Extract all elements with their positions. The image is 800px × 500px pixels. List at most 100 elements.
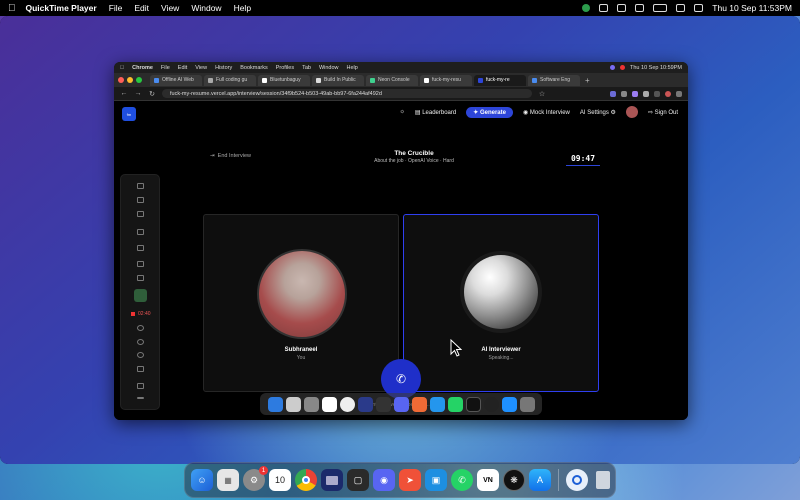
sidebar-tool-icon[interactable] xyxy=(137,197,144,203)
wifi-icon[interactable] xyxy=(137,275,144,281)
siri-icon[interactable] xyxy=(694,4,704,12)
cube-app-icon[interactable]: ▢ xyxy=(347,469,369,491)
box-icon[interactable] xyxy=(599,4,609,12)
app-store-icon[interactable]: A xyxy=(529,469,551,491)
session-header: The Crucible About the job · OpenAI Voic… xyxy=(314,150,514,164)
finder-icon[interactable]: ☺ xyxy=(191,469,213,491)
tab-fuck-my-resume-1[interactable]: fuck-my-resu xyxy=(420,74,472,86)
docker-icon[interactable]: ▣ xyxy=(425,469,447,491)
ai-status: Speaking... xyxy=(488,355,514,361)
tab-build-in-public[interactable]: Build In Public xyxy=(312,74,364,86)
vn-icon[interactable]: VN xyxy=(477,469,499,491)
vn-label: VN xyxy=(483,476,493,484)
tab-label: Full coding gu xyxy=(216,77,248,83)
app-store-icon xyxy=(501,396,517,412)
camera-icon[interactable] xyxy=(137,261,144,267)
openai-icon xyxy=(483,396,499,412)
record-button-icon[interactable] xyxy=(137,325,144,331)
sidebar-collapse-icon[interactable] xyxy=(137,183,144,189)
chrome-window:  Chrome File Edit View History Bookmark… xyxy=(114,62,688,420)
zoom-window-icon[interactable] xyxy=(136,77,142,83)
tab-github[interactable]: Bluetunbaguy xyxy=(258,74,310,86)
status-green-icon[interactable] xyxy=(582,4,591,12)
inner-menu-profiles: Profiles xyxy=(271,64,294,71)
user-video-panel: Subhraneel You xyxy=(203,214,399,392)
mock-interview-label: Mock Interview xyxy=(529,109,570,116)
user-role: You xyxy=(296,355,306,361)
nav-ai-settings[interactable]: AI Settings ⚙ xyxy=(580,109,616,116)
extension-icon[interactable] xyxy=(621,90,627,97)
menu-view[interactable]: View xyxy=(161,3,179,13)
minus-icon[interactable] xyxy=(137,397,144,399)
menu-help[interactable]: Help xyxy=(234,3,251,13)
calendar-icon[interactable]: 10 xyxy=(269,469,291,491)
apple-icon[interactable]:  xyxy=(8,3,16,14)
menubar:  QuickTime Player File Edit View Window… xyxy=(0,0,800,16)
speaker-icon[interactable] xyxy=(137,229,144,235)
tab-favicon-icon xyxy=(532,77,537,83)
system-settings-icon[interactable]: ⚙ 1 xyxy=(243,466,268,491)
whatsapp-icon[interactable]: ✆ xyxy=(451,469,473,491)
menu-edit[interactable]: Edit xyxy=(134,3,149,13)
url-input[interactable]: fuck-my-resume.vercel.app/interview/sess… xyxy=(162,89,532,98)
discord-icon[interactable]: ◉ xyxy=(373,469,395,491)
whatsapp-icon xyxy=(447,396,463,412)
minimize-window-icon[interactable] xyxy=(127,77,133,83)
app-logo[interactable]: fm xyxy=(122,107,136,121)
reload-icon[interactable]: ↻ xyxy=(148,90,156,98)
screen-recorder-icon[interactable] xyxy=(321,469,343,491)
new-tab-icon[interactable]: + xyxy=(585,76,590,85)
tab-neon-console[interactable]: Neon Console xyxy=(366,74,418,86)
menubar-clock[interactable]: Thu 10 Sep 11:53PM xyxy=(712,3,792,13)
nav-mock-interview[interactable]: ◉ Mock Interview xyxy=(523,109,570,116)
session-title: The Crucible xyxy=(394,150,434,157)
forward-icon[interactable]: → xyxy=(134,90,142,97)
quicktime-icon[interactable] xyxy=(566,469,588,491)
control-center-icon[interactable] xyxy=(676,4,686,12)
sign-out-button[interactable]: ⇨ Sign Out xyxy=(648,109,678,116)
tab-full-coding[interactable]: Full coding gu xyxy=(204,74,256,86)
battery-icon[interactable] xyxy=(653,4,668,12)
theme-toggle-icon[interactable]: ☼ xyxy=(399,109,405,115)
close-window-icon[interactable] xyxy=(118,77,124,83)
active-tool-icon[interactable] xyxy=(134,289,147,302)
ai-settings-label: AI Settings xyxy=(579,109,609,116)
menu-dots-icon[interactable] xyxy=(676,90,682,97)
swift-icon[interactable]: ➤ xyxy=(399,469,421,491)
profile-icon[interactable] xyxy=(665,90,671,97)
shield-icon[interactable] xyxy=(617,4,627,12)
bookmark-star-icon[interactable]: ☆ xyxy=(538,90,546,98)
monitor-icon[interactable] xyxy=(137,211,144,217)
menu-window[interactable]: Window xyxy=(191,3,221,13)
clipboard-icon[interactable] xyxy=(137,366,144,372)
user-avatar[interactable] xyxy=(625,106,638,118)
pointer-icon[interactable] xyxy=(137,245,144,251)
generate-button[interactable]: ✦ Generate xyxy=(466,106,513,118)
power-icon[interactable] xyxy=(137,339,144,345)
expand-icon[interactable] xyxy=(137,383,144,389)
tab-offline-ai[interactable]: Offline AI Web xyxy=(150,74,202,86)
tab-label: Neon Console xyxy=(378,77,410,83)
menu-file[interactable]: File xyxy=(109,3,123,13)
tab-label: Software Eng xyxy=(540,77,571,83)
openai-icon[interactable]: ❋ xyxy=(503,469,525,491)
extension-icon[interactable] xyxy=(632,90,638,97)
sidepanel-icon[interactable] xyxy=(654,90,660,97)
tab-software-eng[interactable]: Software Eng xyxy=(528,74,580,86)
extension-icon[interactable] xyxy=(610,90,616,97)
trash-icon[interactable] xyxy=(592,469,614,491)
launchpad-icon[interactable]: ▦ xyxy=(217,469,239,491)
chrome-icon[interactable] xyxy=(295,469,317,491)
top-nav: ☼ ▤ Leaderboard ✦ Generate ◉ Mock Interv… xyxy=(399,106,678,118)
tab-fuck-my-resume-active[interactable]: fuck-my-re xyxy=(474,74,526,86)
stop-icon[interactable] xyxy=(137,352,144,358)
ai-name: AI Interviewer xyxy=(481,347,521,353)
extension-icon[interactable] xyxy=(643,90,649,97)
settings-icon xyxy=(303,396,319,412)
end-interview-button[interactable]: ⇥ End Interview xyxy=(210,153,251,159)
nav-leaderboard[interactable]: ▤ Leaderboard xyxy=(415,109,456,116)
back-icon[interactable]: ← xyxy=(120,90,128,97)
tab-favicon-icon xyxy=(208,77,213,83)
menubar-app-name[interactable]: QuickTime Player xyxy=(26,3,97,13)
wifi-icon[interactable] xyxy=(635,4,645,12)
